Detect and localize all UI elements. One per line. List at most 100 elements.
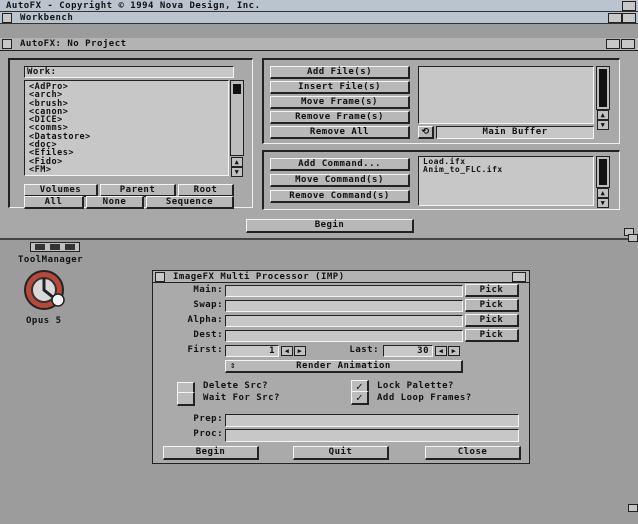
command-list-scrollbar[interactable]: [596, 156, 610, 188]
first-frame-field[interactable]: 1: [225, 345, 279, 357]
first-label: First:: [187, 345, 223, 355]
frame-list-scroll-down-icon[interactable]: ▼: [597, 120, 609, 130]
file-list-scroll-up-icon[interactable]: ▲: [231, 157, 243, 167]
command-list[interactable]: Load.ifx Anim_to_FLC.ifx: [418, 156, 594, 206]
render-mode-value: Render Animation: [296, 361, 391, 371]
screen-edge-gadget[interactable]: [628, 234, 638, 242]
imp-quit-button[interactable]: Quit: [293, 446, 389, 460]
screen-title: AutoFX - Copyright © 1994 Nova Design, I…: [6, 1, 261, 11]
remove-all-button[interactable]: Remove All: [270, 126, 410, 139]
last-frame-value: 30: [417, 346, 429, 356]
last-frame-field[interactable]: 30: [383, 345, 433, 357]
wait-for-src-label: Wait For Src?: [203, 393, 280, 403]
dest-label: Dest:: [193, 330, 223, 340]
buffer-select-value: Main Buffer: [482, 127, 548, 137]
insert-files-button[interactable]: Insert File(s): [270, 81, 410, 94]
workbench-zoom-gadget[interactable]: [608, 13, 622, 23]
frame-list-scroll-up-icon[interactable]: ▲: [597, 110, 609, 120]
workbench-depth-gadget[interactable]: [622, 13, 636, 23]
imp-window: ImageFX Multi Processor (IMP) Main: Pick…: [152, 270, 530, 464]
opus5-icon[interactable]: [14, 268, 76, 318]
main-label: Main:: [193, 285, 223, 295]
file-path-text: Work:: [27, 67, 57, 77]
swap-field[interactable]: [225, 300, 463, 312]
wait-for-src-checkbox[interactable]: [177, 392, 195, 406]
autofx-close-gadget[interactable]: [2, 39, 12, 49]
command-list-scroll-down-icon[interactable]: ▼: [597, 198, 609, 208]
imp-close-gadget[interactable]: [155, 272, 165, 282]
render-mode-cycle[interactable]: ⇕ Render Animation: [225, 360, 463, 373]
first-increment-icon[interactable]: ▶: [294, 346, 306, 356]
alpha-label: Alpha:: [187, 315, 223, 325]
list-item[interactable]: Anim_to_FLC.ifx: [423, 165, 593, 174]
frame-list[interactable]: [418, 66, 594, 124]
dest-pick-button[interactable]: Pick: [465, 329, 519, 342]
move-frames-button[interactable]: Move Frame(s): [270, 96, 410, 109]
lock-palette-label: Lock Palette?: [377, 381, 454, 391]
add-loop-frames-checkbox[interactable]: ✓: [351, 391, 369, 405]
add-files-button[interactable]: Add File(s): [270, 66, 410, 79]
autofx-title: AutoFX: No Project: [20, 39, 127, 49]
delete-src-label: Delete Src?: [203, 381, 269, 391]
last-decrement-icon[interactable]: ◀: [435, 346, 447, 356]
autofx-title-bar[interactable]: AutoFX: No Project: [0, 38, 638, 51]
file-list-scrollbar[interactable]: [230, 80, 244, 156]
workbench-title: Workbench: [20, 13, 74, 23]
autofx-zoom-gadget[interactable]: [606, 39, 620, 49]
autofx-begin-button[interactable]: Begin: [246, 219, 414, 233]
main-field[interactable]: [225, 285, 463, 297]
list-item[interactable]: <FM>: [29, 166, 228, 175]
first-frame-value: 1: [269, 346, 275, 356]
buffer-select[interactable]: Main Buffer: [436, 126, 594, 139]
workbench-close-gadget[interactable]: [2, 13, 12, 23]
dest-field[interactable]: [225, 330, 463, 342]
file-list-scroll-knob[interactable]: [233, 84, 241, 94]
window-divider: [0, 238, 638, 240]
proc-label: Proc:: [193, 429, 223, 439]
opus5-label: Opus 5: [26, 316, 62, 326]
tool-icon[interactable]: [50, 244, 60, 250]
move-commands-button[interactable]: Move Command(s): [270, 174, 410, 187]
toolmanager-label: ToolManager: [18, 255, 84, 265]
sequence-button[interactable]: Sequence: [146, 196, 234, 209]
file-list[interactable]: <AdPro> <arch> <brush> <canon> <DICE> <c…: [24, 80, 229, 176]
main-pick-button[interactable]: Pick: [465, 284, 519, 297]
buffer-cycle-icon[interactable]: ⟲: [418, 126, 434, 139]
screen-title-bar[interactable]: AutoFX - Copyright © 1994 Nova Design, I…: [0, 0, 638, 12]
autofx-window: AutoFX: No Project Work: <AdPro> <arch> …: [0, 38, 638, 238]
alpha-field[interactable]: [225, 315, 463, 327]
frame-list-scrollbar[interactable]: [596, 66, 610, 110]
swap-label: Swap:: [193, 300, 223, 310]
imp-depth-gadget[interactable]: [512, 272, 526, 282]
tool-icon[interactable]: [35, 244, 45, 250]
command-list-scroll-knob[interactable]: [599, 159, 607, 185]
imp-title-bar[interactable]: ImageFX Multi Processor (IMP): [153, 271, 529, 283]
remove-commands-button[interactable]: Remove Command(s): [270, 190, 410, 203]
toolmanager-dock[interactable]: [30, 242, 80, 252]
first-decrement-icon[interactable]: ◀: [281, 346, 293, 356]
command-list-scroll-up-icon[interactable]: ▲: [597, 188, 609, 198]
file-path-field[interactable]: Work:: [24, 66, 234, 78]
screen-depth-gadget[interactable]: [622, 1, 636, 11]
autofx-depth-gadget[interactable]: [621, 39, 635, 49]
frame-list-scroll-knob[interactable]: [599, 69, 607, 107]
imp-close-button[interactable]: Close: [425, 446, 521, 460]
list-item[interactable]: <Datastore>: [29, 132, 228, 141]
add-command-button[interactable]: Add Command...: [270, 158, 410, 171]
tool-icon[interactable]: [65, 244, 75, 250]
proc-field[interactable]: [225, 429, 519, 442]
swap-pick-button[interactable]: Pick: [465, 299, 519, 312]
alpha-pick-button[interactable]: Pick: [465, 314, 519, 327]
workbench-window-bar[interactable]: Workbench: [0, 12, 638, 24]
remove-frames-button[interactable]: Remove Frame(s): [270, 111, 410, 124]
add-loop-frames-label: Add Loop Frames?: [377, 393, 472, 403]
select-none-button[interactable]: None: [86, 196, 144, 209]
prep-label: Prep:: [193, 414, 223, 424]
list-item[interactable]: <Fido>: [29, 157, 228, 166]
imp-begin-button[interactable]: Begin: [163, 446, 259, 460]
prep-field[interactable]: [225, 414, 519, 427]
select-all-button[interactable]: All: [24, 196, 84, 209]
file-list-scroll-down-icon[interactable]: ▼: [231, 167, 243, 177]
screen-edge-gadget[interactable]: [628, 504, 638, 512]
last-increment-icon[interactable]: ▶: [448, 346, 460, 356]
